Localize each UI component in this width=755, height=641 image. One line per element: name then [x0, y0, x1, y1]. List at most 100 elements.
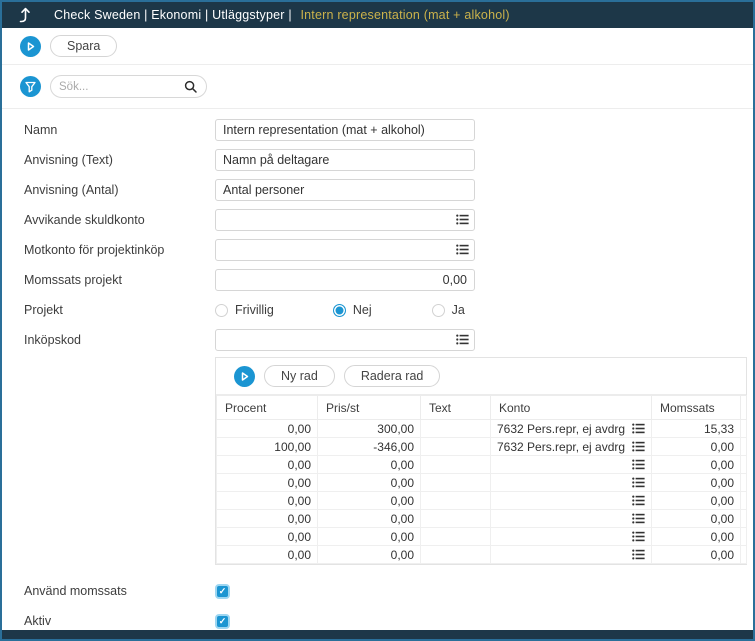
field-label: Avvikande skuldkonto	[24, 213, 215, 227]
cell-text[interactable]	[421, 528, 491, 546]
list-icon[interactable]	[632, 513, 645, 524]
cell-pris[interactable]: 0,00	[318, 510, 421, 528]
magnifier-icon[interactable]	[184, 80, 198, 94]
cell-konto[interactable]	[491, 546, 652, 564]
cell-konto[interactable]	[491, 510, 652, 528]
cell-text[interactable]	[421, 474, 491, 492]
cell-text[interactable]	[421, 546, 491, 564]
cell-momssats[interactable]: 0,00	[652, 438, 741, 456]
projekt-radio-group: Frivillig Nej Ja	[215, 303, 475, 317]
field-label: Aktiv	[24, 614, 215, 628]
radio-icon[interactable]	[432, 304, 445, 317]
col-header-momssats[interactable]: Momssats	[652, 396, 741, 420]
cell-spare	[741, 474, 747, 492]
namn-field[interactable]	[215, 119, 475, 141]
cell-momssats[interactable]: 0,00	[652, 456, 741, 474]
list-icon[interactable]	[632, 495, 645, 506]
inkopskod-field[interactable]	[215, 329, 475, 351]
cell-konto[interactable]	[491, 456, 652, 474]
cell-pris[interactable]: -346,00	[318, 438, 421, 456]
funnel-icon	[26, 83, 35, 92]
list-icon[interactable]	[632, 423, 645, 434]
cell-konto[interactable]	[491, 492, 652, 510]
cell-text[interactable]	[421, 456, 491, 474]
cell-procent[interactable]: 0,00	[217, 546, 318, 564]
anvisning-antal-field[interactable]	[215, 179, 475, 201]
list-icon[interactable]	[632, 477, 645, 488]
cell-konto[interactable]	[491, 528, 652, 546]
cell-procent[interactable]: 0,00	[217, 492, 318, 510]
cell-momssats[interactable]: 0,00	[652, 510, 741, 528]
cell-pris[interactable]: 0,00	[318, 474, 421, 492]
konto-value: 7632 Pers.repr, ej avdrg	[497, 422, 625, 436]
momssats-projekt-field[interactable]	[215, 269, 475, 291]
cell-pris[interactable]: 300,00	[318, 420, 421, 438]
cell-procent[interactable]: 0,00	[217, 474, 318, 492]
cell-pris[interactable]: 0,00	[318, 546, 421, 564]
col-header-konto[interactable]: Konto	[491, 396, 652, 420]
cell-procent[interactable]: 0,00	[217, 510, 318, 528]
radio-ja[interactable]: Ja	[432, 303, 465, 317]
radio-icon[interactable]	[215, 304, 228, 317]
cell-procent[interactable]: 0,00	[217, 420, 318, 438]
avvikande-skuldkonto-field[interactable]	[215, 209, 475, 231]
aktiv-checkbox[interactable]	[215, 614, 230, 629]
col-header-procent[interactable]: Procent	[217, 396, 318, 420]
filter-button[interactable]	[20, 76, 41, 97]
list-icon[interactable]	[456, 334, 469, 345]
cell-procent[interactable]: 0,00	[217, 528, 318, 546]
list-icon[interactable]	[632, 531, 645, 542]
list-icon[interactable]	[456, 214, 469, 225]
breadcrumb-path[interactable]: Check Sweden | Ekonomi | Utläggstyper |	[54, 8, 292, 22]
cell-konto[interactable]: 7632 Pers.repr, ej avdrg	[491, 438, 652, 456]
form-row-avvikande-skuldkonto: Avvikande skuldkonto	[2, 205, 753, 235]
field-label: Använd momssats	[24, 584, 215, 598]
radio-frivillig[interactable]: Frivillig	[215, 303, 274, 317]
list-icon[interactable]	[632, 441, 645, 452]
anvisning-text-field[interactable]	[215, 149, 475, 171]
cell-procent[interactable]: 100,00	[217, 438, 318, 456]
col-header-text[interactable]: Text	[421, 396, 491, 420]
cell-text[interactable]	[421, 438, 491, 456]
field-label: Motkonto för projektinköp	[24, 243, 215, 257]
delete-row-button[interactable]: Radera rad	[344, 365, 441, 387]
cell-text[interactable]	[421, 492, 491, 510]
cell-pris[interactable]: 0,00	[318, 528, 421, 546]
form-row-inkopskod: Inköpskod	[2, 325, 753, 355]
table-row: 0,000,000,00	[217, 510, 747, 528]
cell-procent[interactable]: 0,00	[217, 456, 318, 474]
motkonto-field[interactable]	[215, 239, 475, 261]
col-header-pris[interactable]: Pris/st	[318, 396, 421, 420]
cell-momssats[interactable]: 0,00	[652, 492, 741, 510]
cell-pris[interactable]: 0,00	[318, 456, 421, 474]
cell-text[interactable]	[421, 420, 491, 438]
grid-run-button[interactable]	[234, 366, 255, 387]
radio-nej[interactable]: Nej	[333, 303, 372, 317]
cell-pris[interactable]: 0,00	[318, 492, 421, 510]
list-icon[interactable]	[632, 459, 645, 470]
cell-momssats[interactable]: 0,00	[652, 546, 741, 564]
search-input[interactable]	[59, 81, 184, 93]
cell-text[interactable]	[421, 510, 491, 528]
anvand-momssats-checkbox[interactable]	[215, 584, 230, 599]
radio-icon[interactable]	[333, 304, 346, 317]
run-button[interactable]	[20, 36, 41, 57]
save-button[interactable]: Spara	[50, 35, 117, 57]
cell-momssats[interactable]: 0,00	[652, 474, 741, 492]
cell-konto[interactable]: 7632 Pers.repr, ej avdrg	[491, 420, 652, 438]
list-icon[interactable]	[632, 549, 645, 560]
list-icon[interactable]	[456, 244, 469, 255]
form-row-momssats-projekt: Momssats projekt	[2, 265, 753, 295]
up-arrow-icon[interactable]	[16, 6, 34, 25]
search-toolbar	[2, 65, 753, 109]
cell-konto[interactable]	[491, 474, 652, 492]
table-row: 0,00300,00 7632 Pers.repr, ej avdrg 15,33	[217, 420, 747, 438]
cell-momssats[interactable]: 0,00	[652, 528, 741, 546]
rows-table: Procent Pris/st Text Konto Momssats 0,00…	[216, 395, 747, 564]
radio-label: Frivillig	[235, 303, 274, 317]
form-row-motkonto: Motkonto för projektinköp	[2, 235, 753, 265]
new-row-button[interactable]: Ny rad	[264, 365, 335, 387]
cell-momssats[interactable]: 15,33	[652, 420, 741, 438]
field-label: Anvisning (Text)	[24, 153, 215, 167]
breadcrumb: Check Sweden | Ekonomi | Utläggstyper | …	[54, 8, 510, 22]
